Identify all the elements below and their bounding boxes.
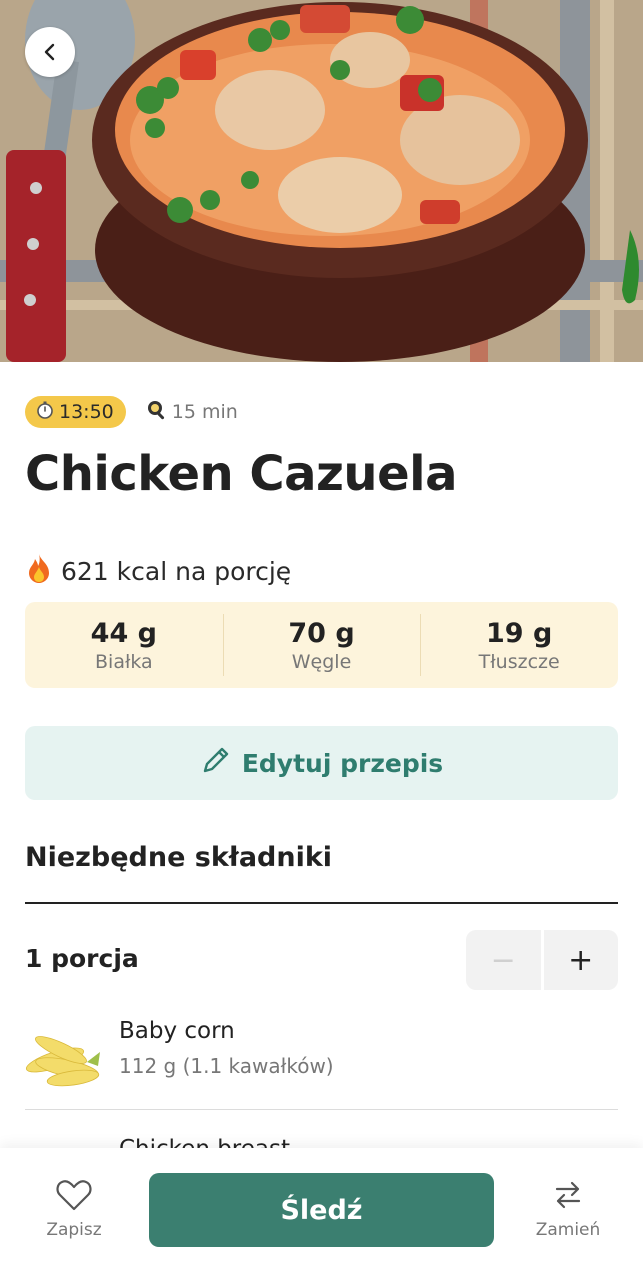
- macro-fat: 19 g Tłuszcze: [420, 602, 618, 688]
- time-badge: 13:50: [25, 396, 126, 428]
- swap-button[interactable]: Zamień: [528, 1178, 608, 1248]
- ingredient-divider: [25, 1109, 618, 1110]
- track-button[interactable]: Śledź: [149, 1173, 494, 1247]
- time-badge-text: 13:50: [59, 401, 114, 423]
- kcal-text: 621 kcal na porcję: [61, 556, 292, 586]
- macro-carbs: 70 g Węgle: [222, 602, 421, 688]
- macro-value: 19 g: [486, 617, 553, 649]
- duration-text: 15 min: [171, 401, 238, 423]
- swap-arrows-icon: [551, 1178, 585, 1216]
- back-button[interactable]: [25, 27, 75, 77]
- ingredients-heading: Niezbędne składniki: [25, 842, 333, 873]
- macro-label: Tłuszcze: [478, 650, 560, 673]
- swap-label: Zamień: [535, 1220, 601, 1240]
- edit-recipe-button[interactable]: Edytuj przepis: [25, 726, 618, 800]
- bottom-action-bar: Zapisz Śledź Zamień: [0, 1148, 643, 1280]
- frying-pan-icon: [146, 399, 168, 426]
- macro-label: Węgle: [291, 650, 352, 673]
- fire-icon: [25, 552, 53, 590]
- macro-protein: 44 g Białka: [25, 602, 223, 688]
- recipe-meta-row: 13:50 15 min: [25, 396, 238, 428]
- ingredient-item[interactable]: Baby corn 112 g (1.1 kawałków): [25, 1014, 618, 1110]
- recipe-title: Chicken Cazuela: [25, 446, 458, 502]
- calories-per-serving: 621 kcal na porcję: [25, 552, 291, 590]
- cook-duration: 15 min: [146, 399, 238, 426]
- save-label: Zapisz: [46, 1220, 102, 1240]
- pencil-icon: [200, 744, 232, 782]
- portion-count: 1 porcja: [25, 944, 139, 973]
- chevron-left-icon: [40, 42, 60, 62]
- stopwatch-icon: [35, 400, 55, 425]
- portion-stepper: − +: [466, 930, 618, 990]
- recipe-hero-image: [0, 0, 643, 362]
- macro-value: 70 g: [288, 617, 355, 649]
- ingredient-quantity: 112 g (1.1 kawałków): [119, 1054, 334, 1078]
- macro-label: Białka: [95, 650, 153, 673]
- macro-value: 44 g: [90, 617, 157, 649]
- increase-portion-button[interactable]: +: [543, 930, 618, 990]
- section-divider: [25, 902, 618, 904]
- ingredient-name: Baby corn: [119, 1018, 235, 1044]
- save-button[interactable]: Zapisz: [34, 1178, 114, 1248]
- macros-panel: 44 g Białka 70 g Węgle 19 g Tłuszcze: [25, 602, 618, 688]
- heart-icon: [56, 1178, 92, 1216]
- decrease-portion-button[interactable]: −: [466, 930, 541, 990]
- baby-corn-image: [25, 1022, 100, 1088]
- edit-recipe-label: Edytuj przepis: [241, 748, 444, 778]
